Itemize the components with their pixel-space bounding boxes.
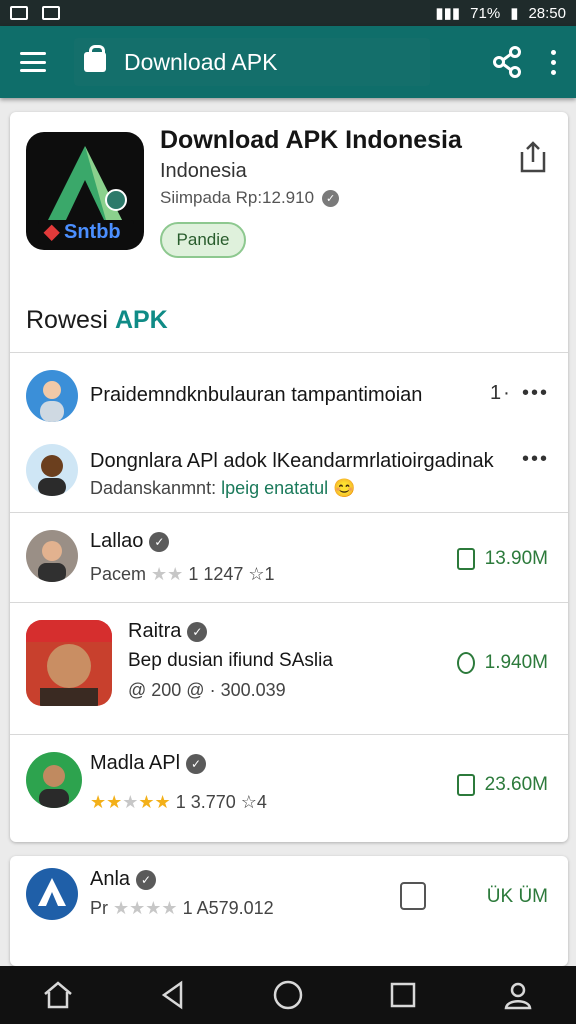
list-item-title-text: Madla APl <box>90 752 181 774</box>
subtitle-text: Pr <box>90 898 108 918</box>
note-icon[interactable] <box>400 882 426 910</box>
back-icon[interactable] <box>156 978 190 1012</box>
home-circle-icon[interactable] <box>271 978 305 1012</box>
list-item-title[interactable]: Madla APl ✓ <box>90 752 207 775</box>
app-icon[interactable]: ◆ Sntbb <box>26 132 144 250</box>
app-card: ◆ Sntbb Download APK Indonesia Indonesia… <box>10 112 568 842</box>
share-icon[interactable] <box>491 46 523 78</box>
list-item-subtitle: Dadanskanmnt: lpeig enatatul 😊 <box>90 478 356 499</box>
avatar[interactable] <box>26 530 78 582</box>
app-title: Download APK Indonesia <box>160 126 462 154</box>
list-item-subtitle: ★★★★★ 1 3.770 ☆4 <box>90 792 267 813</box>
recents-icon[interactable] <box>386 978 420 1012</box>
list-item-title[interactable]: Anla ✓ <box>90 868 157 891</box>
subtitle-link[interactable]: lpeig enatatul <box>221 478 328 498</box>
rating-stars: ★★★★★ <box>90 792 171 812</box>
section-accent: APK <box>114 306 168 334</box>
battery-icon: ▮ <box>510 5 519 22</box>
app-meta: Siimpada Rp:12.910 ✓ <box>160 188 340 208</box>
verified-icon: ✓ <box>186 753 207 774</box>
list-item-subtitle: Pr ★★★★ 1 A579.012 <box>90 898 274 919</box>
section-title: Rowesi APK <box>26 306 168 335</box>
rating-count: 1 1247 <box>188 564 244 584</box>
avatar[interactable] <box>26 752 82 808</box>
avatar[interactable] <box>26 444 78 496</box>
app-subtitle: Indonesia <box>160 160 247 182</box>
size-text: 13.90M <box>484 548 548 569</box>
subtitle-text: Pacem <box>90 564 147 584</box>
rating-tail: ☆1 <box>248 564 275 584</box>
profile-icon[interactable] <box>501 978 535 1012</box>
emoji: 😊 <box>333 478 356 498</box>
app-bar-title: Download APK <box>124 48 278 75</box>
size-text: 1.940M <box>484 652 548 673</box>
more-options-icon[interactable]: ••• <box>522 448 549 471</box>
list-item-title[interactable]: Dongnlara APl adok lKeandarmrlatioirgadi… <box>90 450 494 473</box>
home-icon[interactable] <box>41 978 75 1012</box>
download-size[interactable]: 1.940M <box>456 652 548 674</box>
list-item-title-text: Anla <box>90 868 131 890</box>
refresh-icon <box>456 652 475 674</box>
list-item-title[interactable]: Lallao ✓ <box>90 530 170 553</box>
size-text: ÜK ÜM <box>486 886 548 907</box>
list-item-subtitle: Pacem ★★ 1 1247 ☆1 <box>90 564 275 585</box>
list-item-title[interactable]: Raitra ✓ <box>128 620 208 643</box>
more-options-icon[interactable]: ••• <box>522 382 549 405</box>
shopping-bag-icon <box>84 45 106 72</box>
download-icon <box>456 774 475 796</box>
divider <box>10 352 568 353</box>
list-item-title-text: Lallao <box>90 530 144 552</box>
divider <box>10 734 568 735</box>
list-item-description: Bep dusian ifiund SAslia <box>128 650 333 671</box>
rating-count: 1 3.770 <box>175 792 236 812</box>
verified-icon: ✓ <box>187 621 208 642</box>
avatar[interactable] <box>26 868 78 920</box>
app-meta-text: Siimpada Rp:12.910 <box>160 188 315 207</box>
avatar[interactable] <box>26 370 78 422</box>
signal-icon: ▮▮▮ <box>435 5 461 22</box>
search-box[interactable]: Download APK <box>74 38 430 86</box>
app-card: Anla ✓ Pr ★★★★ 1 A579.012 ÜK ÜM <box>10 856 568 966</box>
rating-stars: ★★★★ <box>113 898 178 918</box>
image-icon <box>42 6 60 20</box>
download-size[interactable]: 23.60M <box>456 774 548 796</box>
app-bar: Download APK <box>0 26 576 98</box>
clock: 28:50 <box>528 4 566 22</box>
app-chip[interactable]: Pandie <box>160 222 246 258</box>
gallery-icon <box>10 6 28 20</box>
rating-stars: ★★ <box>151 564 184 584</box>
row-count: 1· <box>490 382 512 404</box>
overflow-menu-icon[interactable] <box>551 49 556 75</box>
status-bar: ▮▮▮ 71% ▮ 28:50 <box>0 0 576 26</box>
avatar[interactable] <box>26 620 112 706</box>
svg-text:◆: ◆ <box>43 221 60 243</box>
download-size[interactable]: 13.90M <box>456 548 548 570</box>
download-icon <box>456 548 475 570</box>
subtitle-part: Dadanskanmnt: <box>90 478 217 498</box>
divider <box>10 512 568 513</box>
share-export-icon[interactable] <box>518 140 548 174</box>
navigation-bar <box>0 966 576 1024</box>
download-size[interactable]: ÜK ÜM <box>487 886 548 908</box>
rating-tail: ☆4 <box>240 792 267 812</box>
hamburger-menu-icon[interactable] <box>20 52 46 72</box>
battery-percent: 71% <box>470 4 501 22</box>
rating-count: 1 A579.012 <box>182 898 274 918</box>
list-item-subtitle: @ 200 @ · 300.039 <box>128 680 286 700</box>
app-icon-text: Sntbb <box>64 221 121 243</box>
divider <box>10 602 568 603</box>
verified-icon: ✓ <box>322 189 340 207</box>
verified-icon: ✓ <box>149 531 170 552</box>
list-item-title[interactable]: Praidemndknbulauran tampantimoian <box>90 384 422 407</box>
verified-icon: ✓ <box>136 869 157 890</box>
list-item-title-text: Raitra <box>128 620 182 642</box>
section-label: Rowesi <box>26 306 108 334</box>
size-text: 23.60M <box>484 774 548 795</box>
